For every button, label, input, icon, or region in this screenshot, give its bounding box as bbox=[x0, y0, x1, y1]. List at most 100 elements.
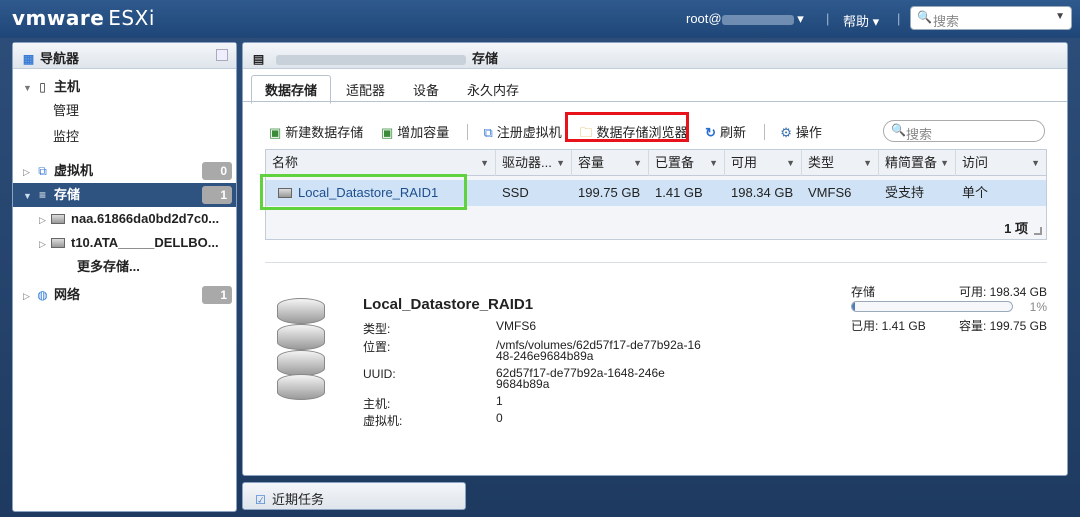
tab-bar: 数据存储 适配器 设备 永久内存 bbox=[251, 75, 534, 104]
tab-datastores[interactable]: 数据存储 bbox=[251, 75, 332, 104]
chevron-down-icon[interactable]: ▼ bbox=[786, 150, 795, 176]
provisioned-cell: 1.41 GB bbox=[655, 185, 703, 200]
expand-icon[interactable]: ▷ bbox=[39, 208, 51, 232]
divider bbox=[265, 262, 1047, 263]
column-type[interactable]: 类型 ▼ bbox=[802, 150, 879, 176]
toolbar-separator bbox=[466, 124, 468, 140]
refresh-button[interactable]: ↻ 刷新 bbox=[705, 122, 746, 141]
main-panel: ▤ 存储 数据存储 适配器 设备 永久内存 ▣ 新建数据存储 ▣ 增加容量 ⧉ 注册虚拟机 🗀… bbox=[242, 42, 1068, 476]
detail-hosts-label: 主机: bbox=[363, 397, 391, 411]
global-search-input[interactable]: 🔍 搜索 ▼ bbox=[910, 6, 1072, 30]
gear-icon: ⚙ bbox=[780, 125, 792, 140]
column-capacity[interactable]: 容量 ▼ bbox=[572, 150, 649, 176]
drive-type-cell: SSD bbox=[502, 185, 529, 200]
top-bar: vmware ESXi root@ ▾ | 帮助 ▾ | 🔍 搜索 ▼ bbox=[0, 0, 1080, 38]
navigator-panel: ▦ 导航器 ▼ ▯ 主机 管理 监控 ▷ ⧉ 虚拟机 0 ▼ ≡ 存储 1 ▷ naa.6186… bbox=[12, 42, 237, 512]
search-icon: 🔍 bbox=[891, 123, 906, 137]
collapse-icon[interactable] bbox=[216, 49, 228, 61]
tab-adapters[interactable]: 适配器 bbox=[333, 76, 398, 103]
increase-capacity-button[interactable]: ▣ 增加容量 bbox=[381, 122, 449, 141]
chevron-down-icon[interactable]: ▼ bbox=[1055, 11, 1065, 22]
datastore-title: Local_Datastore_RAID1 bbox=[363, 296, 534, 313]
tab-devices[interactable]: 设备 bbox=[400, 76, 452, 103]
nav-host[interactable]: ▼ ▯ 主机 bbox=[13, 75, 236, 99]
actions-button[interactable]: ⚙ 操作 bbox=[780, 122, 822, 141]
capacity-cell: 199.75 GB bbox=[578, 185, 641, 200]
toolbar-separator bbox=[763, 124, 765, 140]
new-datastore-button[interactable]: ▣ 新建数据存储 bbox=[269, 122, 363, 141]
chevron-down-icon[interactable]: ▼ bbox=[633, 150, 642, 176]
chevron-down-icon[interactable]: ▼ bbox=[1031, 150, 1040, 176]
tab-divider bbox=[243, 101, 1067, 102]
help-menu[interactable]: 帮助 ▾ bbox=[843, 11, 879, 30]
separator: | bbox=[826, 11, 830, 26]
network-count-badge: 1 bbox=[202, 286, 232, 304]
nav-network[interactable]: ▷ ◍ 网络 1 bbox=[13, 283, 236, 307]
expand-icon[interactable]: ▷ bbox=[23, 284, 35, 308]
datastore-search-input[interactable]: 🔍 搜索 bbox=[883, 120, 1045, 142]
navigator-header: ▦ 导航器 bbox=[13, 43, 236, 69]
user-menu[interactable]: root@ ▾ bbox=[686, 11, 804, 27]
column-thin-provisioning[interactable]: 精简置备 ▼ bbox=[879, 150, 956, 176]
chevron-down-icon[interactable]: ▼ bbox=[709, 150, 718, 176]
item-count: 1 项 bbox=[1004, 221, 1028, 236]
expand-icon[interactable]: ▼ bbox=[23, 184, 35, 208]
nav-storage[interactable]: ▼ ≡ 存储 1 bbox=[13, 183, 236, 207]
chevron-down-icon[interactable]: ▼ bbox=[480, 150, 489, 176]
redacted-host bbox=[276, 54, 466, 65]
nav-vms[interactable]: ▷ ⧉ 虚拟机 0 bbox=[13, 159, 236, 183]
network-icon: ◍ bbox=[37, 288, 48, 302]
expand-icon[interactable]: ▼ bbox=[23, 76, 35, 100]
navigator-icon: ▦ bbox=[22, 52, 35, 66]
expand-icon[interactable]: ▷ bbox=[39, 232, 51, 256]
storage-count-badge: 1 bbox=[202, 186, 232, 204]
nav-device[interactable]: ▷ naa.61866da0bd2d7c0... bbox=[13, 207, 236, 231]
disk-icon bbox=[51, 238, 65, 248]
refresh-icon: ↻ bbox=[705, 125, 716, 140]
page-title: ▤ 存储 bbox=[243, 43, 1067, 69]
capacity-percent: 1% bbox=[1029, 300, 1047, 314]
register-vm-button[interactable]: ⧉ 注册虚拟机 bbox=[484, 122, 562, 141]
capacity-bar bbox=[851, 301, 1013, 312]
chevron-down-icon[interactable]: ▼ bbox=[863, 150, 872, 176]
increase-capacity-icon: ▣ bbox=[380, 125, 394, 140]
grid-header: 名称 ▼ 驱动器... ▼ 容量 ▼ 已置备 ▼ 可用 ▼ 类型 ▼ 精简置备 ▼ 访问 ▼ bbox=[266, 150, 1046, 176]
new-datastore-icon: ▣ bbox=[269, 125, 282, 140]
column-name[interactable]: 名称 ▼ bbox=[266, 150, 496, 176]
detail-vms-label: 虚拟机: bbox=[363, 414, 403, 428]
nav-monitor[interactable]: 监控 bbox=[13, 125, 236, 149]
highlight-datastore-row bbox=[260, 174, 467, 210]
chevron-down-icon[interactable]: ▼ bbox=[940, 150, 949, 176]
register-vm-icon: ⧉ bbox=[483, 125, 493, 140]
recent-tasks-panel[interactable]: ☑ 近期任务 bbox=[242, 482, 466, 510]
detail-uuid-value: 62d57f17-de77b92a-1648-246e9684b89a bbox=[496, 366, 665, 391]
detail-vms-value: 0 bbox=[496, 411, 503, 425]
expand-icon[interactable]: ▷ bbox=[23, 160, 35, 184]
host-icon: ▯ bbox=[39, 80, 46, 94]
vm-count-badge: 0 bbox=[202, 162, 232, 180]
tab-persistent-memory[interactable]: 永久内存 bbox=[454, 76, 532, 103]
column-provisioned[interactable]: 已置备 ▼ bbox=[649, 150, 725, 176]
toolbar: ▣ 新建数据存储 ▣ 增加容量 ⧉ 注册虚拟机 🗀 数据存储浏览器 ↻ 刷新 ⚙ 操作 bbox=[269, 122, 836, 144]
detail-type-value: VMFS6 bbox=[496, 319, 537, 333]
detail-hosts-value: 1 bbox=[496, 394, 503, 408]
resize-handle[interactable] bbox=[1034, 227, 1042, 235]
nav-device[interactable]: ▷ t10.ATA_____DELLBO... bbox=[13, 231, 236, 255]
capacity-free: 可用: 198.34 GB bbox=[958, 285, 1047, 299]
highlight-datastore-browser bbox=[565, 112, 689, 142]
detail-location-value: /vmfs/volumes/62d57f17-de77b92a-1648-246… bbox=[496, 338, 701, 363]
vm-icon: ⧉ bbox=[38, 164, 47, 178]
detail-uuid-label: UUID: bbox=[363, 367, 396, 381]
column-drive-type[interactable]: 驱动器... ▼ bbox=[496, 150, 572, 176]
nav-manage[interactable]: 管理 bbox=[13, 99, 236, 123]
search-icon: 🔍 bbox=[917, 10, 932, 24]
thin-provisioning-cell: 受支持 bbox=[885, 185, 925, 200]
capacity-total: 容量: 199.75 GB bbox=[958, 319, 1047, 333]
capacity-used: 已用: 1.41 GB bbox=[851, 319, 926, 333]
chevron-down-icon[interactable]: ▼ bbox=[556, 150, 565, 176]
separator: | bbox=[897, 11, 901, 26]
column-free[interactable]: 可用 ▼ bbox=[725, 150, 802, 176]
column-access[interactable]: 访问 ▼ bbox=[956, 150, 1046, 176]
capacity-bar-fill bbox=[852, 302, 856, 311]
nav-more-storage[interactable]: 更多存储... bbox=[13, 255, 236, 279]
